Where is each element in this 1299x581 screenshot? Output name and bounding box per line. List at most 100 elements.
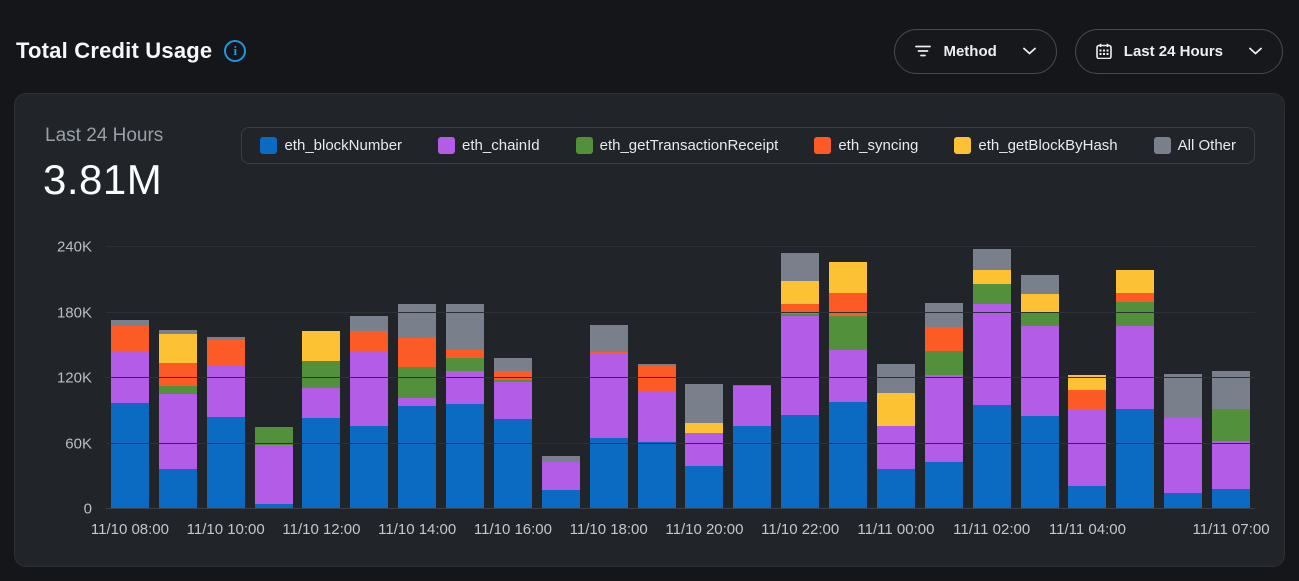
bar-segment [350, 331, 388, 351]
bar-segment [829, 350, 867, 402]
bar-slot [968, 217, 1016, 509]
bar-segment [159, 469, 197, 509]
stacked-bar[interactable] [446, 304, 484, 509]
chevron-down-icon [1023, 47, 1036, 55]
bar-segment [350, 351, 388, 426]
bar-segment [925, 303, 963, 327]
bar-segment [638, 366, 676, 392]
bar-segment [973, 284, 1011, 304]
bar-segment [877, 393, 915, 426]
legend-label: eth_getTransactionReceipt [600, 137, 779, 154]
bar-segment [781, 415, 819, 509]
legend-label: eth_syncing [838, 137, 918, 154]
bar-segment [925, 375, 963, 462]
page-header: Total Credit Usage i Method [0, 0, 1299, 80]
gridline [106, 508, 1255, 509]
bar-segment [1068, 486, 1106, 509]
legend-item[interactable]: eth_syncing [814, 137, 918, 154]
y-axis-tick-label: 0 [84, 501, 92, 518]
x-axis-tick-label: 11/11 02:00 [953, 521, 1030, 538]
stacked-bar[interactable] [925, 303, 963, 509]
bar-segment [398, 398, 436, 407]
bar-segment [829, 262, 867, 293]
bar-segment [733, 386, 771, 426]
x-axis-tick-label: 11/10 10:00 [187, 521, 265, 538]
x-axis-tick-label: 11/10 18:00 [570, 521, 648, 538]
stacked-bar[interactable] [829, 262, 867, 509]
legend-label: All Other [1178, 137, 1236, 154]
bar-slot [633, 217, 681, 509]
stacked-bar[interactable] [207, 337, 245, 509]
bar-segment [590, 438, 628, 509]
bar-segment [1068, 390, 1106, 410]
bar-slot [920, 217, 968, 509]
stacked-bar[interactable] [302, 331, 340, 509]
stacked-bar[interactable] [733, 385, 771, 509]
method-filter-dropdown[interactable]: Method [894, 29, 1056, 74]
stacked-bar[interactable] [1212, 371, 1250, 509]
stat-period-label: Last 24 Hours [45, 125, 163, 147]
bar-segment [1212, 409, 1250, 442]
y-axis-tick-label: 240K [57, 239, 92, 256]
stacked-bar[interactable] [111, 320, 149, 509]
legend-swatch-icon [576, 137, 593, 154]
bar-segment [1212, 441, 1250, 489]
bar-segment [207, 366, 245, 417]
bar-segment [973, 249, 1011, 270]
stacked-bar[interactable] [398, 304, 436, 509]
x-axis-tick-label: 11/10 14:00 [378, 521, 456, 538]
stacked-bar[interactable] [973, 249, 1011, 509]
stacked-bar[interactable] [1021, 275, 1059, 509]
bar-segment [685, 466, 723, 509]
legend-item[interactable]: All Other [1154, 137, 1236, 154]
legend-item[interactable]: eth_chainId [438, 137, 540, 154]
x-axis-tick-label: 11/10 20:00 [665, 521, 743, 538]
bar-slot [681, 217, 729, 509]
legend-label: eth_blockNumber [284, 137, 402, 154]
stacked-bar[interactable] [542, 456, 580, 509]
stacked-bar[interactable] [590, 325, 628, 509]
info-icon[interactable]: i [224, 40, 246, 62]
bar-segment [925, 462, 963, 509]
legend-item[interactable]: eth_getBlockByHash [954, 137, 1117, 154]
stacked-bar[interactable] [159, 330, 197, 509]
stacked-bar[interactable] [1164, 374, 1202, 509]
bar-slot [824, 217, 872, 509]
bar-segment [1021, 294, 1059, 313]
bar-segment [973, 304, 1011, 406]
stacked-bar[interactable] [255, 427, 293, 509]
bar-segment [1212, 489, 1250, 509]
bar-slot [106, 217, 154, 509]
stacked-bar[interactable] [494, 358, 532, 509]
stacked-bar[interactable] [685, 384, 723, 510]
chevron-down-icon [1249, 47, 1262, 55]
bar-segment [781, 281, 819, 304]
bar-segment [925, 351, 963, 375]
bar-segment [207, 340, 245, 366]
bar-segment [829, 316, 867, 350]
gridline [106, 312, 1255, 313]
bar-segment [1164, 493, 1202, 509]
legend-item[interactable]: eth_blockNumber [260, 137, 402, 154]
stacked-bar[interactable] [1116, 270, 1154, 509]
time-range-dropdown[interactable]: Last 24 Hours [1075, 29, 1283, 74]
bar-segment [398, 406, 436, 509]
bar-segment [1021, 416, 1059, 509]
legend-item[interactable]: eth_getTransactionReceipt [576, 137, 779, 154]
bar-segment [159, 394, 197, 468]
bar-segment [685, 433, 723, 467]
stat-total-value: 3.81M [43, 156, 162, 204]
stacked-bar[interactable] [350, 316, 388, 509]
bar-segment [494, 382, 532, 419]
stacked-bar[interactable] [638, 364, 676, 509]
x-axis-tick-label: 11/10 12:00 [282, 521, 360, 538]
bar-slot [776, 217, 824, 509]
stacked-bar[interactable] [877, 364, 915, 509]
bar-segment [877, 426, 915, 469]
y-axis-tick-label: 120K [57, 370, 92, 387]
bar-segment [255, 445, 293, 504]
page-title: Total Credit Usage [16, 38, 212, 64]
filter-bar: Method Last 24 Hours [894, 29, 1283, 74]
bar-segment [877, 469, 915, 509]
stacked-bar[interactable] [781, 253, 819, 509]
